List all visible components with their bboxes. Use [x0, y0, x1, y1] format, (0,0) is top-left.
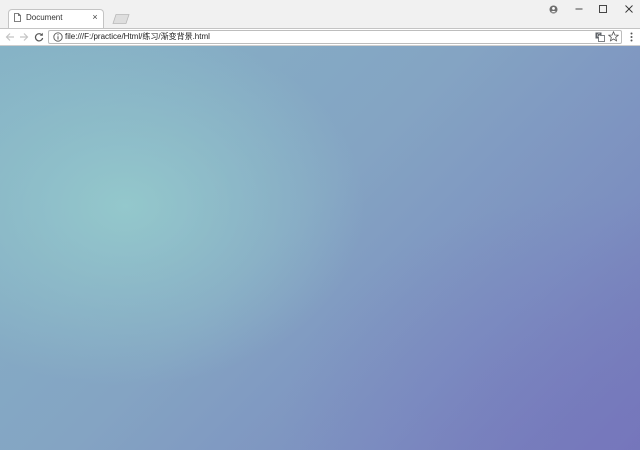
translate-icon[interactable]: G	[595, 32, 605, 42]
url-text[interactable]: file:///F:/practice/Html/练习/渐变背景.html	[65, 32, 210, 42]
forward-button[interactable]	[17, 30, 31, 44]
minimize-button[interactable]	[566, 2, 592, 16]
reload-icon	[34, 32, 44, 42]
new-tab-button[interactable]	[112, 14, 130, 24]
address-bar[interactable]: file:///F:/practice/Html/练习/渐变背景.html G	[48, 30, 622, 44]
browser-menu-button[interactable]	[626, 30, 636, 44]
browser-toolbar: file:///F:/practice/Html/练习/渐变背景.html G	[0, 28, 640, 46]
reload-button[interactable]	[32, 30, 46, 44]
back-button[interactable]	[3, 30, 17, 44]
star-icon[interactable]	[608, 31, 619, 42]
maximize-icon	[599, 5, 607, 13]
tab-title: Document	[26, 13, 63, 22]
more-vertical-icon	[630, 32, 632, 42]
browser-window: Document × file:///F:/practice/Html/练习/渐…	[0, 0, 640, 450]
document-icon	[14, 13, 21, 22]
back-arrow-icon	[5, 33, 14, 41]
profile-button[interactable]	[540, 2, 566, 16]
tab-document[interactable]: Document ×	[8, 9, 104, 28]
svg-text:G: G	[597, 33, 601, 39]
tab-strip: Document ×	[0, 0, 640, 28]
info-icon[interactable]	[53, 32, 63, 42]
minimize-icon	[575, 8, 583, 10]
tab-close-icon[interactable]: ×	[90, 12, 100, 22]
maximize-button[interactable]	[590, 2, 616, 16]
close-window-button[interactable]	[616, 2, 640, 16]
close-icon	[625, 5, 633, 13]
profile-icon	[549, 5, 557, 13]
forward-arrow-icon	[20, 33, 29, 41]
gradient-background	[0, 46, 640, 450]
